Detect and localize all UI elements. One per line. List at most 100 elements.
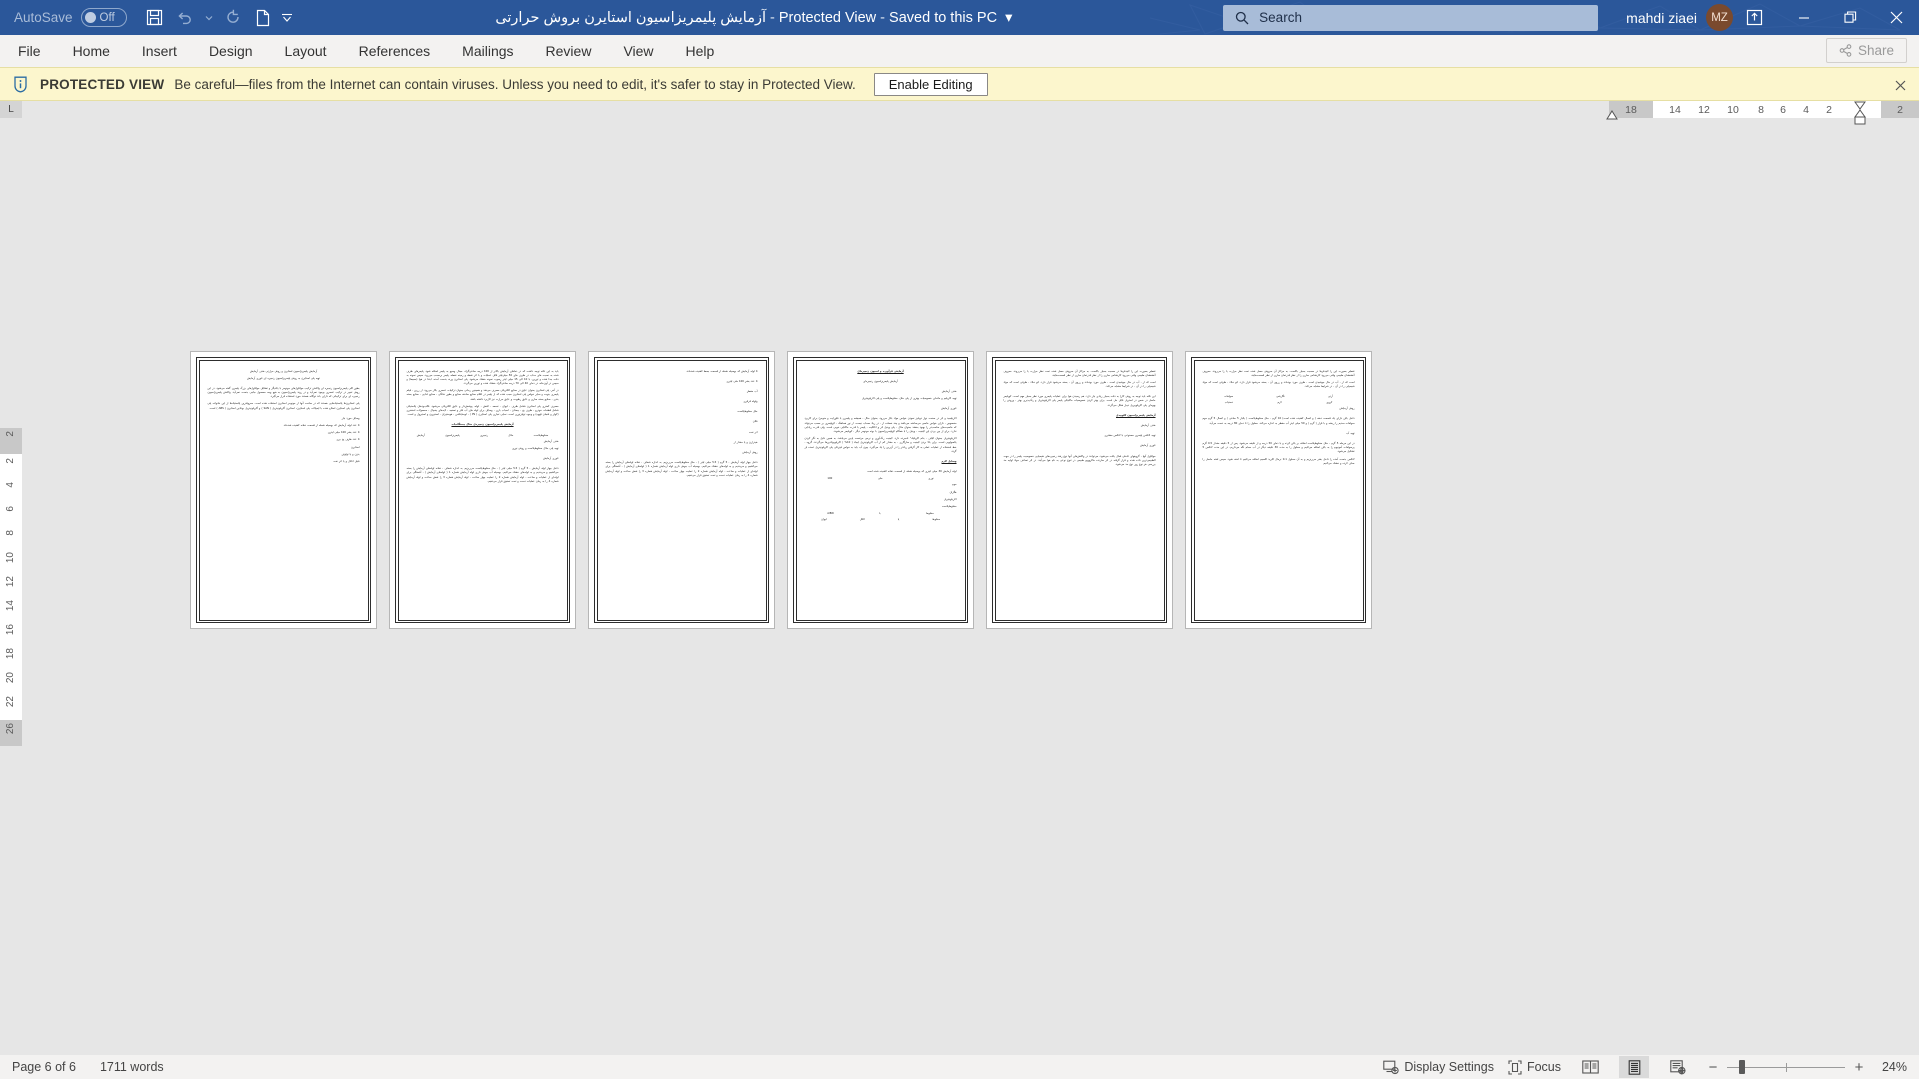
document-page[interactable]: باید به این نکته توجه داشت که در دماهای … xyxy=(389,351,576,629)
paragraph: تئوری آزمایش xyxy=(543,456,559,460)
zoom-slider[interactable] xyxy=(1727,1060,1845,1074)
save-status: Saved to this PC xyxy=(889,9,998,26)
zoom-in-button[interactable]: + xyxy=(1853,1059,1865,1076)
tab-mailings[interactable]: Mailings xyxy=(446,35,529,67)
table-row: مخلوط یا الکل لیوان xyxy=(805,518,957,521)
autosave-toggle[interactable]: Off xyxy=(80,8,127,27)
horizontal-ruler-tick: 12 xyxy=(1698,103,1710,116)
document-name: آزمایش پلیمریزاسیون استایرن بروش حرارتی xyxy=(495,9,766,26)
zoom-slider-thumb[interactable] xyxy=(1739,1060,1745,1074)
focus-button[interactable]: Focus xyxy=(1508,1059,1561,1075)
redo-icon[interactable] xyxy=(219,5,247,31)
new-blank-document-icon[interactable] xyxy=(249,5,277,31)
document-page[interactable]: تقطیر بصورت این را کنید‌فرها در صحبت بسی… xyxy=(986,351,1173,629)
horizontal-ruler[interactable]: 18 14 12 10 8 6 4 2 2 xyxy=(1609,101,1919,118)
word-count[interactable]: 1711 words xyxy=(100,1060,164,1074)
avatar[interactable]: MZ xyxy=(1706,4,1733,31)
table-cell: AIBN xyxy=(827,512,834,516)
read-mode-icon[interactable] xyxy=(1575,1056,1605,1078)
ribbon-display-options-icon[interactable] xyxy=(1737,3,1771,33)
print-layout-icon[interactable] xyxy=(1619,1056,1649,1078)
title-dropdown-icon[interactable]: ▾ xyxy=(1001,10,1012,26)
restore-button[interactable] xyxy=(1827,0,1873,35)
paragraph: استایرن xyxy=(350,445,360,449)
table-cell: الکل xyxy=(859,518,865,522)
undo-dropdown-icon[interactable] xyxy=(201,5,217,31)
table-cell: مخلوط‌پلاست xyxy=(533,433,549,437)
document-page[interactable]: تقطیر بصورت این را کنید‌فرها در صحبت بسی… xyxy=(1185,351,1372,629)
document-page[interactable]: 4 لوله آزمایش که بوسیله شعله از قسمت بسط… xyxy=(588,351,775,629)
share-label: Share xyxy=(1857,43,1894,58)
paragraph: تقطیر بصورت این را کنید‌فرها در صحبت بسی… xyxy=(1202,369,1355,377)
search-input[interactable]: Search xyxy=(1223,4,1599,31)
tab-help[interactable]: Help xyxy=(670,35,731,67)
horizontal-ruler-right-margin: 2 xyxy=(1881,101,1919,118)
paragraph: تهیه لاتکس پلیمری مصنوعی با لاتکس مشتری xyxy=(1104,434,1156,438)
page-1-content[interactable]: آزمایش پلیمریزاسیون استایرن و روش حرارتی… xyxy=(198,359,369,621)
tab-layout[interactable]: Layout xyxy=(269,35,343,67)
tab-stop-selector[interactable]: L xyxy=(0,101,22,118)
tab-design[interactable]: Design xyxy=(193,35,269,67)
document-pages[interactable]: آزمایش پلیمریزاسیون استایرن و روش حرارتی… xyxy=(190,351,1372,629)
document-page[interactable]: آزمایش فرآورده و اسیون زنجیره‌ای آزمایش … xyxy=(787,351,974,629)
vertical-ruler-tick: 2 xyxy=(5,458,16,464)
document-workspace[interactable]: L 2 2 4 6 8 10 12 14 16 18 20 22 26 18 1… xyxy=(0,101,1919,1055)
table-row: کروی لازم دستیاب xyxy=(1203,401,1355,404)
vertical-ruler-tick: 6 xyxy=(5,506,16,512)
vertical-ruler-tick: 12 xyxy=(5,576,16,588)
table-cell: لیوان xyxy=(821,518,827,522)
customize-quick-access-toolbar-icon[interactable] xyxy=(279,5,295,31)
search-placeholder: Search xyxy=(1259,10,1302,25)
autosave-state-label: Off xyxy=(99,11,115,24)
paragraph: تئوری آزمایش xyxy=(941,407,957,411)
document-page[interactable]: آزمایش پلیمریزاسیون استایرن و روش حرارتی… xyxy=(190,351,377,629)
tab-references[interactable]: References xyxy=(343,35,447,67)
hanging-indent-marker-icon[interactable] xyxy=(1853,116,1867,126)
tab-insert[interactable]: Insert xyxy=(126,35,193,67)
page-indicator[interactable]: Page 6 of 6 xyxy=(12,1060,76,1074)
horizontal-ruler-tick: 2 xyxy=(1826,103,1832,116)
paragraph: روش آزمایش xyxy=(1339,407,1355,411)
paragraph: آزمایش پلیمریزاسیون استایرن و روش حرارتی… xyxy=(249,369,318,373)
page-4-content[interactable]: آزمایش فرآورده و اسیون زنجیره‌ای آزمایش … xyxy=(795,359,966,621)
left-indent-marker-icon[interactable] xyxy=(1605,109,1619,121)
paragraph: روش آزمایش xyxy=(742,451,758,454)
undo-icon[interactable] xyxy=(171,5,199,31)
tab-view[interactable]: View xyxy=(607,35,669,67)
page-2-content[interactable]: باید به این نکته توجه داشت که در دماهای … xyxy=(397,359,568,621)
page-5-content[interactable]: تقطیر بصورت این را کنید‌فرها در صحبت بسی… xyxy=(994,359,1165,621)
paragraph: موم xyxy=(952,483,957,487)
search-icon xyxy=(1236,11,1249,24)
tab-review[interactable]: Review xyxy=(530,35,608,67)
paragraph: مخلوط‌پلاست xyxy=(941,504,957,508)
page-3-content[interactable]: 4 لوله آزمایش که بوسیله شعله از قسمت بسط… xyxy=(596,359,767,621)
autosave-control[interactable]: AutoSave Off xyxy=(14,8,127,27)
page-6-content[interactable]: تقطیر بصورت این را کنید‌فرها در صحبت بسی… xyxy=(1193,359,1364,621)
save-icon[interactable] xyxy=(141,5,169,31)
close-icon[interactable] xyxy=(1891,76,1909,94)
table-cell: آرتی xyxy=(1328,395,1333,399)
zoom-level-label[interactable]: 24% xyxy=(1873,1060,1907,1074)
tab-home[interactable]: Home xyxy=(57,35,126,67)
display-settings-button[interactable]: Display Settings xyxy=(1383,1060,1494,1075)
table-cell: کروی xyxy=(1326,401,1333,405)
tab-file[interactable]: File xyxy=(0,35,57,67)
paragraph: هگزان xyxy=(949,490,957,494)
horizontal-ruler-tick: 10 xyxy=(1727,103,1739,116)
table-cell: 100 xyxy=(827,477,833,481)
zoom-control[interactable]: − + 24% xyxy=(1707,1059,1907,1076)
vertical-ruler[interactable]: L 2 2 4 6 8 10 12 14 16 18 20 22 26 xyxy=(0,101,22,1055)
paragraph: اکریلیمید و اتر در صنعت نوار دوبلیز نمود… xyxy=(804,417,957,433)
web-layout-icon[interactable] xyxy=(1663,1056,1693,1078)
zoom-out-button[interactable]: − xyxy=(1707,1059,1719,1076)
minimize-button[interactable] xyxy=(1781,0,1827,35)
horizontal-ruler-page-area: 14 12 10 8 6 4 2 xyxy=(1653,101,1881,118)
table-cell: حلال xyxy=(508,433,514,437)
vertical-ruler-tick: 14 xyxy=(5,600,16,612)
share-button[interactable]: Share xyxy=(1825,38,1907,63)
account-area[interactable]: mahdi ziaei MZ xyxy=(1626,4,1733,31)
close-button[interactable] xyxy=(1873,0,1919,35)
paragraph: 4 عدد بشر 100 ملی لیتری xyxy=(726,379,758,383)
paragraph: ولوله قرقری xyxy=(743,400,758,404)
enable-editing-button[interactable]: Enable Editing xyxy=(873,72,988,96)
